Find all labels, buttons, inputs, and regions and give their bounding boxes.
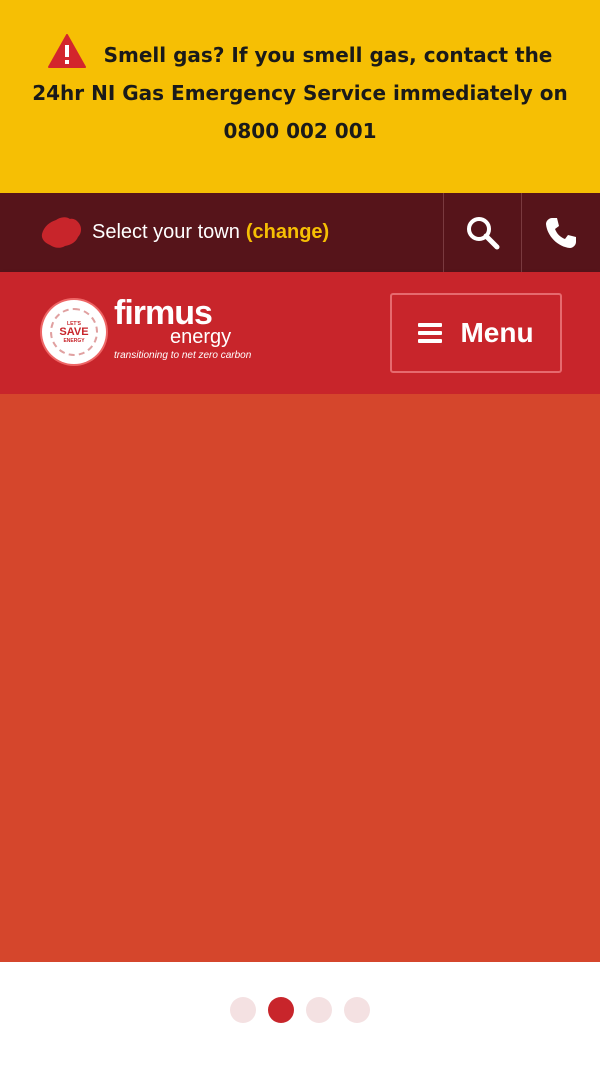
carousel-dot-3[interactable] — [306, 997, 332, 1023]
badge-inner: LET'S SAVE ENERGY — [50, 308, 98, 356]
carousel-dot-2[interactable] — [268, 997, 294, 1023]
badge-bottom-text: ENERGY — [63, 337, 85, 344]
hamburger-icon — [418, 323, 443, 343]
menu-label: Menu — [460, 317, 534, 348]
town-bar: Select your town (change) — [0, 193, 600, 272]
change-town-link[interactable]: (change) — [246, 221, 329, 244]
phone-icon — [546, 217, 576, 248]
alert-text-block: Smell gas? If you smell gas, contact the… — [30, 34, 570, 150]
search-icon — [466, 216, 499, 249]
carousel-dot-1[interactable] — [230, 997, 256, 1023]
site-header: LET'S SAVE ENERGY firmus energy transiti… — [0, 272, 600, 394]
brand-sub: energy — [170, 326, 232, 348]
brand-name: firmus — [114, 294, 213, 332]
gas-emergency-banner: Smell gas? If you smell gas, contact the… — [0, 0, 600, 193]
menu-button[interactable]: Menu — [390, 293, 562, 373]
warning-icon — [47, 34, 86, 68]
carousel-pagination — [0, 997, 600, 1027]
town-label: Select your town — [92, 221, 240, 243]
town-selector[interactable]: Select your town (change) — [38, 193, 329, 272]
lets-save-energy-badge: LET'S SAVE ENERGY — [42, 300, 106, 364]
search-button[interactable] — [443, 193, 521, 272]
call-button[interactable] — [521, 193, 600, 272]
brand-tagline: transitioning to net zero carbon — [114, 350, 252, 361]
firmus-energy-logo[interactable]: LET'S SAVE ENERGY firmus energy transiti… — [42, 294, 251, 370]
badge-main-text: SAVE — [59, 325, 89, 338]
alert-message: Smell gas? If you smell gas, contact the… — [32, 43, 568, 143]
northern-ireland-map-icon — [41, 216, 82, 248]
hero-slide[interactable] — [0, 394, 600, 962]
carousel-dot-4[interactable] — [344, 997, 370, 1023]
